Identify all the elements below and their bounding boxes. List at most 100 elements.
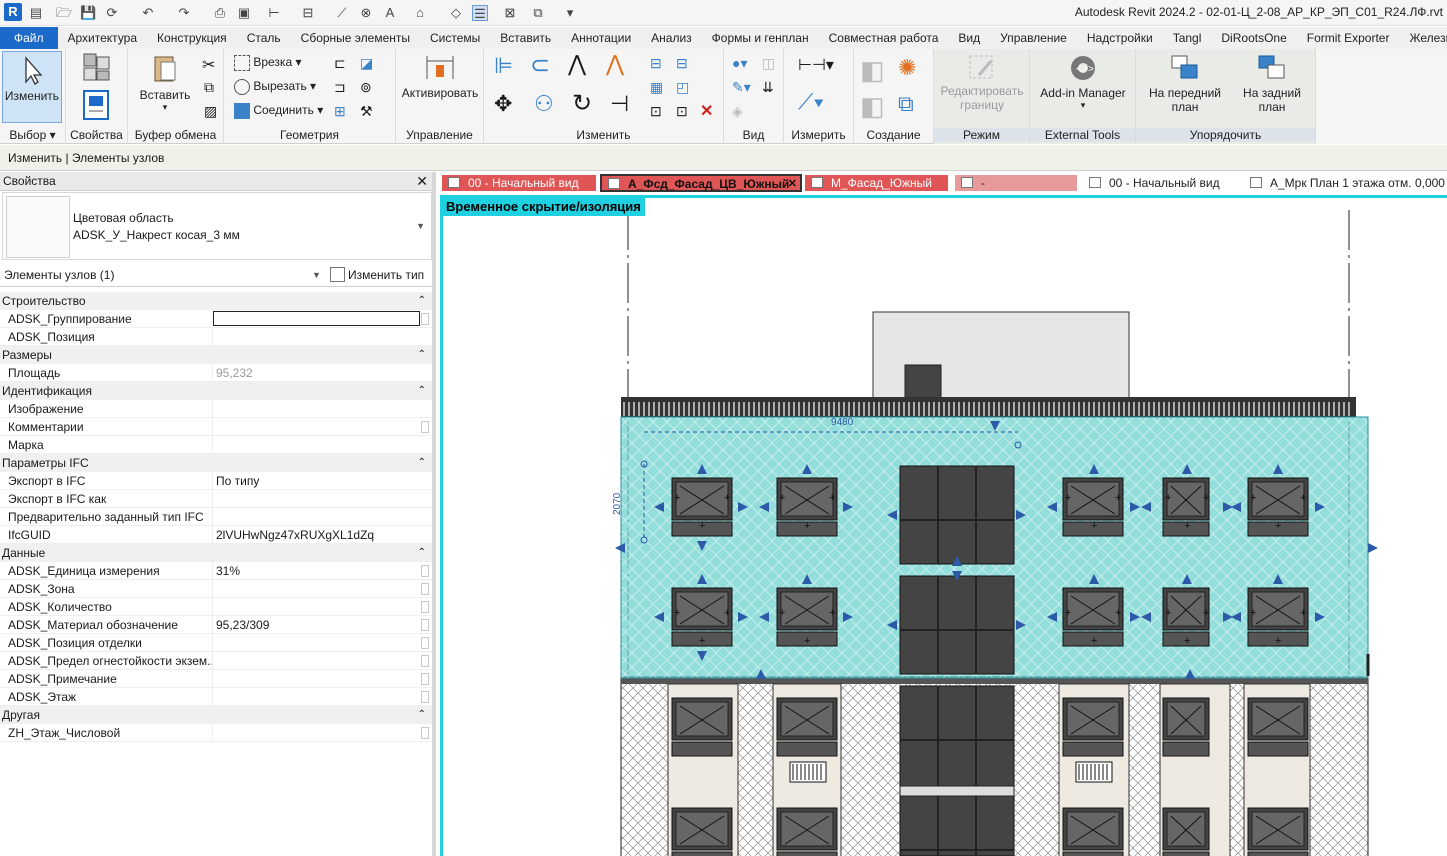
create-parts-icon[interactable]: ✺ <box>898 55 916 81</box>
tab-12[interactable]: Управление <box>990 27 1077 49</box>
collapse-icon[interactable]: ⌃ <box>418 454 426 472</box>
close-hidden-icon[interactable]: ⊠ <box>502 5 518 21</box>
create-group-icon[interactable]: ◧ <box>860 91 885 122</box>
print-icon[interactable]: ⎙ <box>212 5 228 21</box>
panel-label-select[interactable]: Выбор ▾ <box>0 128 65 142</box>
paint-icon[interactable]: ⊚ <box>360 79 372 96</box>
trim-icon[interactable]: ⊣ <box>610 91 629 117</box>
property-value[interactable] <box>212 688 432 705</box>
property-value[interactable] <box>212 598 432 615</box>
filter-icon[interactable]: ⇊ <box>762 79 774 96</box>
home-doc-icon[interactable]: ▤ <box>28 5 44 21</box>
array-icon[interactable]: ▦ <box>650 79 663 96</box>
copy-elements-icon[interactable]: ⚇ <box>534 91 554 117</box>
print-export-icon[interactable]: ▣ <box>236 5 252 21</box>
parameter-button-icon[interactable] <box>421 583 429 595</box>
linework-icon[interactable]: ✎▾ <box>732 79 751 96</box>
tab-8[interactable]: Анализ <box>641 27 702 49</box>
rotate-icon[interactable]: ↻ <box>572 89 592 118</box>
property-value[interactable]: 2lVUHwNgz47xRUXgXL1dZq <box>212 526 432 543</box>
join-button[interactable]: Соединить ▾ <box>234 103 323 119</box>
chevron-down-icon[interactable]: ▼ <box>416 221 425 231</box>
offset-icon[interactable]: ⊂ <box>530 51 550 80</box>
tab-5[interactable]: Системы <box>420 27 490 49</box>
create-similar-icon[interactable]: ⧉ <box>898 91 914 117</box>
tab-9[interactable]: Формы и генплан <box>702 27 819 49</box>
text-icon[interactable]: A <box>382 5 398 21</box>
collapse-icon[interactable]: ⌃ <box>418 706 426 724</box>
tab-14[interactable]: Tangl <box>1163 27 1212 49</box>
aligned-dimension-icon[interactable]: ⟋▾ <box>798 89 824 115</box>
paste-button[interactable]: Вставить ▾ <box>134 53 196 119</box>
property-group-header[interactable]: Размеры ⌃ <box>0 346 432 364</box>
measure-distance-icon[interactable]: ⊢⊣▾ <box>798 55 834 75</box>
activate-button[interactable]: Активировать <box>400 53 480 113</box>
scissors-icon[interactable]: ✂ <box>202 55 215 75</box>
view-tab[interactable]: А_Мрк План 1 этажа отм. 0,000 <box>1244 175 1447 191</box>
property-group-header[interactable]: Другая ⌃ <box>0 706 432 724</box>
property-value[interactable] <box>212 436 432 453</box>
unpin-icon[interactable]: ⊡ <box>676 103 688 120</box>
edit-type-button[interactable]: Изменить тип <box>328 264 424 286</box>
addin-dropdown-icon[interactable]: ▾ <box>1034 100 1132 111</box>
property-value[interactable] <box>212 652 432 669</box>
parameter-button-icon[interactable] <box>421 691 429 703</box>
collapse-icon[interactable]: ⌃ <box>418 544 426 562</box>
delete-icon[interactable]: ✕ <box>700 101 713 121</box>
property-value[interactable] <box>212 724 432 741</box>
modify-button[interactable]: Изменить <box>2 51 62 123</box>
property-value[interactable] <box>212 634 432 651</box>
parameter-button-icon[interactable] <box>421 313 429 325</box>
match-type-icon[interactable]: ▨ <box>204 103 217 120</box>
beam-join-icon[interactable]: ⊏ <box>334 55 346 72</box>
addin-manager-button[interactable]: </> Add-in Manager ▾ <box>1034 53 1132 119</box>
property-group-header[interactable]: Данные ⌃ <box>0 544 432 562</box>
cutout-button[interactable]: Вырезать ▾ <box>234 79 316 95</box>
copy-icon[interactable]: ⧉ <box>204 79 214 96</box>
revit-logo-icon[interactable]: R <box>4 3 22 21</box>
property-value[interactable]: 95,232 <box>212 364 432 381</box>
send-to-back-button[interactable]: На задний план <box>1230 53 1314 119</box>
tab-1[interactable]: Архитектура <box>58 27 148 49</box>
undo-icon[interactable]: ↶ <box>140 5 156 21</box>
property-value[interactable] <box>212 670 432 687</box>
parameter-button-icon[interactable] <box>421 601 429 613</box>
property-group-header[interactable]: Идентификация ⌃ <box>0 382 432 400</box>
wall-join-icon[interactable]: ⊐ <box>334 79 346 96</box>
customize-qat-icon[interactable]: ▾ <box>562 5 578 21</box>
property-value[interactable] <box>213 311 420 326</box>
property-group-header[interactable]: Строительство ⌃ <box>0 292 432 310</box>
paste-dropdown-icon[interactable]: ▾ <box>134 102 196 113</box>
cut-geometry-button[interactable]: Врезка ▾ <box>234 55 301 71</box>
tab-0[interactable]: Файл <box>0 27 58 49</box>
property-value[interactable]: По типу <box>212 472 432 489</box>
mirror-draw-icon[interactable]: ⋀ <box>606 51 624 77</box>
close-tab-icon[interactable]: ✕ <box>788 176 797 192</box>
tab-17[interactable]: Железно <box>1399 27 1447 49</box>
tag-icon[interactable]: ⟋ <box>334 5 350 21</box>
tab-3[interactable]: Сталь <box>237 27 291 49</box>
tab-2[interactable]: Конструкция <box>147 27 237 49</box>
split-icon[interactable]: ⊟ <box>650 55 662 72</box>
tab-15[interactable]: DiRootsOne <box>1211 27 1296 49</box>
selection-filter-label[interactable]: Элементы узлов (1) <box>4 264 114 286</box>
property-value[interactable]: 95,23/309 <box>212 616 432 633</box>
parameter-button-icon[interactable] <box>421 727 429 739</box>
tab-10[interactable]: Совместная работа <box>819 27 949 49</box>
override-icon[interactable]: ◫ <box>762 55 775 72</box>
properties-button[interactable] <box>78 89 114 123</box>
3d-house-icon[interactable]: ⌂ <box>412 5 428 21</box>
type-properties-button[interactable] <box>78 51 114 85</box>
property-value[interactable] <box>212 580 432 597</box>
selection-dropdown-icon[interactable]: ▼ <box>312 264 321 286</box>
close-icon[interactable]: ✕ <box>416 172 428 191</box>
parameter-button-icon[interactable] <box>421 565 429 577</box>
align-icon[interactable]: ⊫ <box>494 53 513 79</box>
view-tab[interactable]: М_Фасад_Южный <box>805 175 948 191</box>
type-selector[interactable]: Цветовая область ADSK_У_Накрест косая_3 … <box>2 192 432 260</box>
tab-11[interactable]: Вид <box>948 27 990 49</box>
parameter-button-icon[interactable] <box>421 655 429 667</box>
property-value[interactable] <box>212 400 432 417</box>
property-value[interactable] <box>212 418 432 435</box>
measure-icon[interactable]: ⊢ <box>266 5 282 21</box>
